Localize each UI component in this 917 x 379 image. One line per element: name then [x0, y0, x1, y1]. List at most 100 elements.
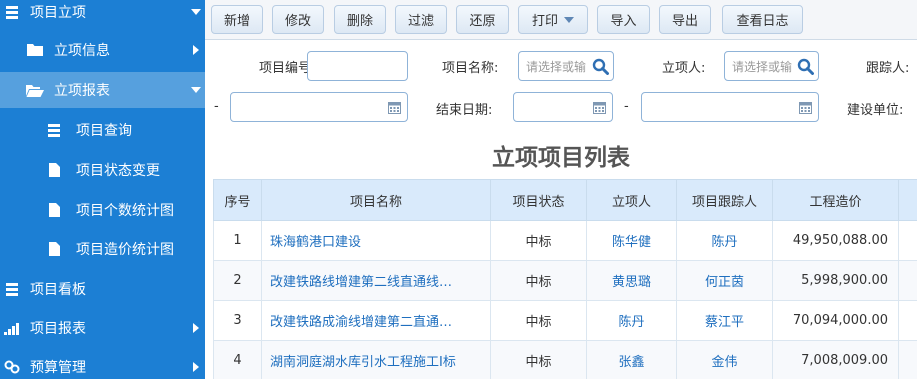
build-unit-label: 建设单位: [847, 103, 904, 118]
table-row[interactable]: 1 珠海鹤港口建设 中标 陈华健 陈丹 49,950,088.00 [213, 220, 917, 261]
chevron-down-icon [564, 16, 574, 23]
sidebar-item-project-query[interactable]: 项目查询 [0, 112, 205, 148]
sidebar-item-project-board[interactable]: 项目看板 [0, 271, 205, 307]
row-creator-link[interactable]: 陈华健 [586, 220, 677, 261]
column-header-no[interactable]: 序号 [213, 179, 262, 221]
chevron-right-icon [193, 362, 199, 372]
row-no: 4 [213, 340, 262, 379]
sidebar-item-project-info[interactable]: 立项信息 [0, 32, 205, 68]
toolbar: 新增 修改 删除 过滤 还原 打印 导入 导出 查看日志 [205, 0, 917, 40]
row-no: 3 [213, 300, 262, 341]
sidebar-item-label: 项目造价统计图 [76, 242, 174, 258]
row-project-name-link[interactable]: 湖南洞庭湖水库引水工程施工I标 [261, 340, 491, 379]
row-status: 中标 [490, 260, 587, 301]
table-row[interactable]: 2 改建铁路线增建第二线直通线… 中标 黄思璐 何正茵 5,998,900.00 [213, 260, 917, 301]
project-name-label: 项目名称: [442, 61, 499, 76]
project-table: 序号 项目名称 项目状态 立项人 项目跟踪人 工程造价 1 珠海鹤港口建设 中标… [213, 179, 917, 379]
date-range-dash: - [214, 99, 219, 114]
row-cost: 49,950,088.00 [772, 220, 899, 261]
sidebar-item-label: 预算管理 [30, 360, 86, 376]
search-icon[interactable] [592, 58, 609, 78]
row-extra [898, 340, 917, 379]
sidebar-item-count-chart[interactable]: 项目个数统计图 [0, 192, 205, 228]
column-header-status[interactable]: 项目状态 [490, 179, 587, 221]
sidebar-item-cost-chart[interactable]: 项目造价统计图 [0, 231, 205, 267]
row-tracker-link[interactable]: 金伟 [676, 340, 773, 379]
column-header-cost[interactable]: 工程造价 [772, 179, 899, 221]
sidebar-item-label: 项目查询 [76, 123, 132, 139]
delete-button[interactable]: 删除 [334, 5, 386, 34]
row-status: 中标 [490, 220, 587, 261]
calendar-icon[interactable] [593, 101, 606, 117]
row-extra [898, 220, 917, 261]
row-project-name-link[interactable]: 改建铁路线增建第二线直通线… [261, 260, 491, 301]
sidebar-item-project-setup[interactable]: 项目立项 [0, 0, 205, 30]
sidebar-item-label: 项目报表 [30, 321, 86, 337]
sidebar: 项目立项 立项信息 立项报表 项目查询 项目状态变更 项目个数统计图 项目造价统… [0, 0, 205, 379]
signal-icon [4, 322, 22, 335]
sidebar-item-label: 立项信息 [54, 43, 110, 59]
column-header-tracker[interactable]: 项目跟踪人 [676, 179, 773, 221]
sidebar-item-label: 项目个数统计图 [76, 203, 174, 219]
edit-button[interactable]: 修改 [272, 5, 324, 34]
row-project-name-link[interactable]: 珠海鹤港口建设 [261, 220, 491, 261]
end-date-label: 结束日期: [436, 103, 493, 118]
row-extra [898, 260, 917, 301]
row-creator-link[interactable]: 陈丹 [586, 300, 677, 341]
list-icon [6, 283, 18, 296]
creator-input[interactable]: 请选择或输 [724, 51, 819, 81]
row-no: 2 [213, 260, 262, 301]
row-status: 中标 [490, 300, 587, 341]
print-label: 打印 [531, 14, 558, 29]
sidebar-item-label: 项目立项 [30, 5, 86, 21]
creator-label: 立项人: [662, 61, 706, 76]
row-status: 中标 [490, 340, 587, 379]
project-code-input[interactable] [307, 51, 408, 81]
sidebar-item-label: 立项报表 [54, 83, 110, 99]
row-cost: 70,094,000.00 [772, 300, 899, 341]
link-icon [4, 360, 20, 374]
end-date-end-input[interactable] [641, 92, 819, 122]
row-tracker-link[interactable]: 陈丹 [676, 220, 773, 261]
sidebar-item-budget[interactable]: 预算管理 [0, 349, 205, 379]
table-row[interactable]: 3 改建铁路成渝线增建第二直通… 中标 陈丹 蔡江平 70,094,000.00 [213, 300, 917, 341]
row-cost: 5,998,900.00 [772, 260, 899, 301]
chevron-down-icon [191, 9, 201, 15]
sidebar-item-project-report[interactable]: 立项报表 [0, 72, 205, 108]
table-row[interactable]: 4 湖南洞庭湖水库引水工程施工I标 中标 张鑫 金伟 7,008,009.00 [213, 340, 917, 379]
sidebar-item-status-change[interactable]: 项目状态变更 [0, 152, 205, 188]
file-icon [49, 163, 60, 177]
chevron-right-icon [193, 323, 199, 333]
row-project-name-link[interactable]: 改建铁路成渝线增建第二直通… [261, 300, 491, 341]
chevron-down-icon [191, 87, 201, 93]
add-button[interactable]: 新增 [211, 5, 263, 34]
calendar-icon[interactable] [388, 101, 401, 117]
export-button[interactable]: 导出 [659, 5, 711, 34]
page-title: 立项项目列表 [492, 145, 630, 171]
chevron-right-icon [193, 45, 199, 55]
list-icon [6, 6, 18, 19]
tracker-label: 跟踪人: [866, 61, 910, 76]
calendar-icon[interactable] [799, 101, 812, 117]
column-header-name[interactable]: 项目名称 [261, 179, 491, 221]
row-creator-link[interactable]: 张鑫 [586, 340, 677, 379]
row-creator-link[interactable]: 黄思璐 [586, 260, 677, 301]
folder-icon [27, 43, 43, 56]
view-log-button[interactable]: 查看日志 [722, 5, 803, 34]
row-extra [898, 300, 917, 341]
column-header-creator[interactable]: 立项人 [586, 179, 677, 221]
row-tracker-link[interactable]: 何正茵 [676, 260, 773, 301]
sidebar-item-project-reports[interactable]: 项目报表 [0, 310, 205, 346]
import-button[interactable]: 导入 [597, 5, 650, 34]
restore-button[interactable]: 还原 [456, 5, 509, 34]
row-cost: 7,008,009.00 [772, 340, 899, 379]
row-tracker-link[interactable]: 蔡江平 [676, 300, 773, 341]
end-date-start-input[interactable] [513, 92, 613, 122]
creator-placeholder: 请选择或输 [732, 59, 793, 74]
search-icon[interactable] [797, 58, 814, 78]
print-button[interactable]: 打印 [518, 5, 588, 34]
project-name-input[interactable]: 请选择或输 [518, 51, 614, 81]
date-range-dash: - [624, 99, 629, 114]
filter-button[interactable]: 过滤 [395, 5, 447, 34]
start-date-end-input[interactable] [230, 92, 408, 122]
